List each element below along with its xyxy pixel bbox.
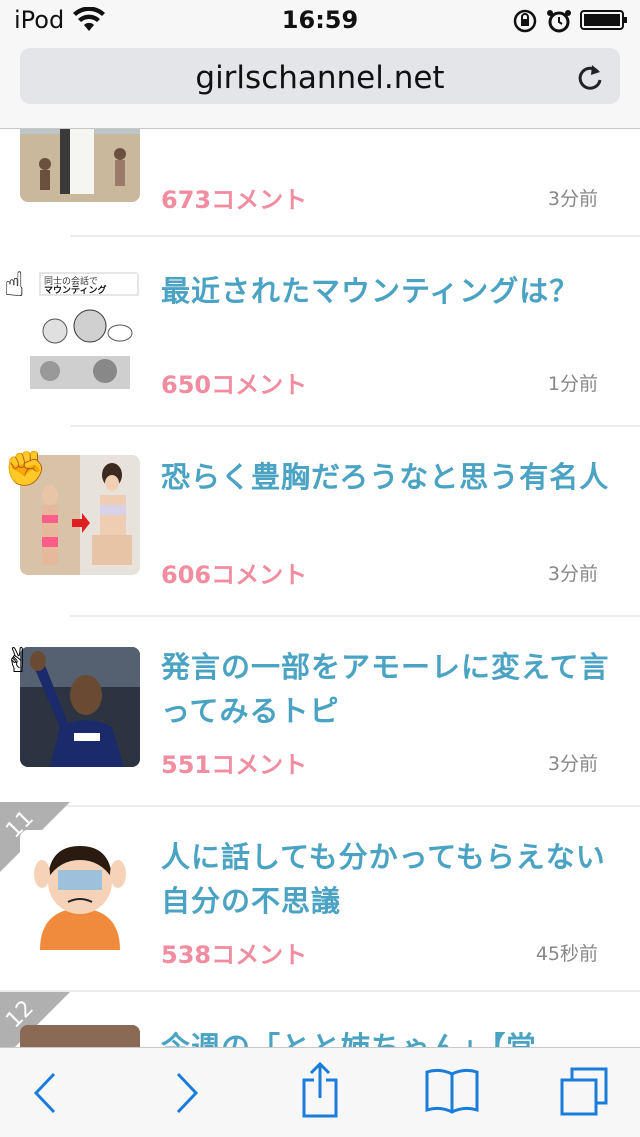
alarm-icon (547, 10, 571, 33)
topic-thumbnail (20, 129, 140, 202)
topic-thumbnail: 同士の会話で マウンティング (20, 271, 140, 391)
comment-count: 650コメント (161, 371, 308, 399)
browser-header: girlschannel.net (0, 40, 640, 129)
fist-icon: ✊ (4, 449, 47, 489)
clock: 16:59 (281, 6, 359, 34)
url-text: girlschannel.net (195, 60, 445, 96)
topic-item[interactable]: 12 今週の「とと姉ちゃん」【堂 (0, 992, 640, 1047)
post-time: 3分前 (547, 188, 598, 210)
forward-icon[interactable] (172, 1070, 202, 1116)
svg-text:マウンティング: マウンティング (44, 284, 106, 296)
status-bar: iPod 16:59 (0, 0, 640, 40)
back-icon[interactable] (30, 1070, 60, 1116)
topic-item[interactable]: ✊ 恐らく豊胸だろうなと思う有名人 606コメント 3分前 (0, 427, 640, 617)
topic-item[interactable]: 673コメント 3分前 (0, 129, 640, 237)
address-bar[interactable]: girlschannel.net (20, 48, 620, 104)
tabs-icon[interactable] (558, 1066, 610, 1118)
topic-thumbnail (20, 830, 140, 950)
reload-icon[interactable] (576, 62, 604, 92)
share-icon[interactable] (300, 1062, 340, 1118)
topic-title[interactable]: 最近されたマウンティングは？ (161, 269, 621, 313)
comment-count: 551コメント (161, 751, 308, 779)
victory-hand-icon: ✌ (4, 641, 33, 681)
topic-title[interactable]: 今週の「とと姉ちゃん」【堂 (161, 1025, 621, 1047)
topic-title[interactable]: 発言の一部をアモーレに変えて言ってみるトピ (161, 645, 621, 733)
comment-count: 606コメント (161, 561, 308, 589)
pointing-hand-icon: ☝ (4, 265, 25, 305)
topic-title[interactable]: 人に話しても分かってもらえない自分の不思議 (161, 835, 621, 923)
post-time: 3分前 (547, 563, 598, 585)
battery-icon (580, 10, 627, 30)
browser-toolbar (0, 1047, 640, 1137)
topic-item[interactable]: ✌ 発言の一部をアモーレに変えて言ってみるトピ 551コメント 3分前 (0, 617, 640, 807)
post-time: 45秒前 (535, 943, 598, 965)
rotation-lock-icon (513, 9, 537, 33)
topic-thumbnail (20, 1025, 140, 1047)
topic-thumbnail (20, 647, 140, 767)
comment-count: 673コメント (161, 186, 308, 214)
comment-count: 538コメント (161, 941, 308, 969)
topic-list: 673コメント 3分前 同士の会話で マウンティング ☝ 最近されたマウンティン… (0, 129, 640, 1047)
topic-title[interactable]: 恐らく豊胸だろうなと思う有名人 (161, 455, 621, 499)
bookmarks-icon[interactable] (424, 1068, 480, 1116)
post-time: 1分前 (547, 373, 598, 395)
topic-item[interactable]: 11 人に話しても分かってもらえない自分の不思議 538コメント 45秒前 (0, 802, 640, 992)
topic-item[interactable]: 同士の会話で マウンティング ☝ 最近されたマウンティングは？ 650コメント … (0, 237, 640, 427)
post-time: 3分前 (547, 753, 598, 775)
